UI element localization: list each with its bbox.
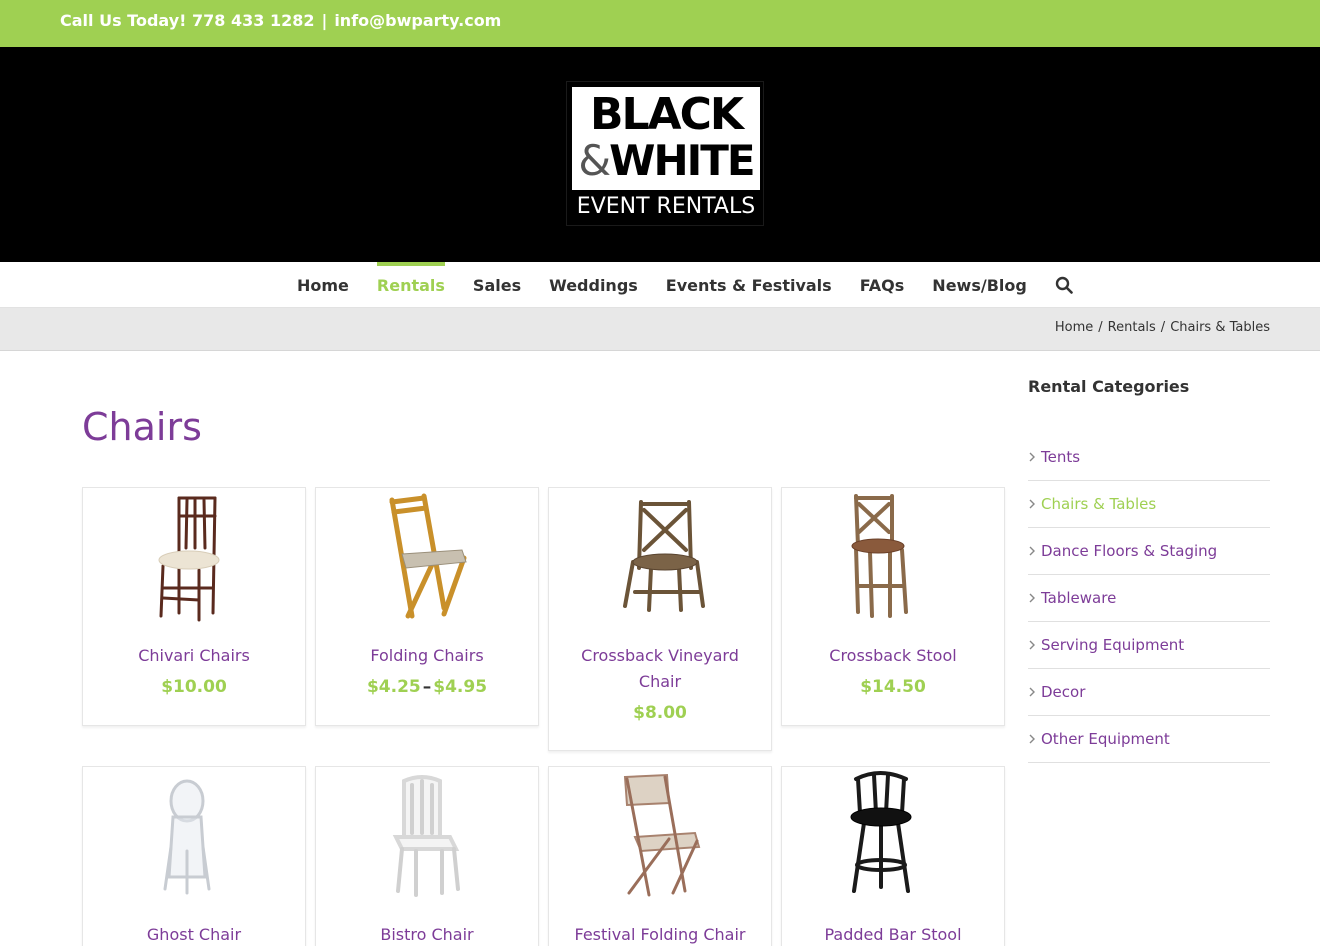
site-logo[interactable]: BLACK &WHITE EVENT RENTALS [566, 81, 764, 226]
nav-item-events-festivals[interactable]: Events & Festivals [652, 262, 846, 308]
chevron-right-icon [1029, 499, 1035, 509]
product-name[interactable]: Padded Bar Stool [792, 922, 994, 946]
nav-label: Rentals [376, 275, 445, 295]
nav-label: FAQs [859, 275, 905, 295]
chevron-right-icon [1029, 734, 1035, 744]
site-header: BLACK &WHITE EVENT RENTALS [0, 47, 1320, 262]
logo-white-text: WHITE [609, 136, 755, 185]
nav-label: Events & Festivals [665, 275, 832, 295]
product-price: $10.00 [161, 677, 227, 697]
category-label: Serving Equipment [1041, 636, 1185, 654]
breadcrumb-home[interactable]: Home [1055, 320, 1093, 335]
sidebar-title: Rental Categories [1028, 377, 1190, 396]
nav-item-weddings[interactable]: Weddings [535, 262, 652, 308]
page-title: Chairs [82, 405, 202, 449]
search-icon [1055, 276, 1073, 294]
product-name[interactable]: Chivari Chairs [93, 643, 295, 669]
category-label: Dance Floors & Staging [1041, 542, 1218, 560]
category-decor[interactable]: Decor [1028, 669, 1270, 716]
nav-item-news-blog[interactable]: News/Blog [918, 262, 1041, 308]
chivari-chair-image[interactable] [83, 488, 305, 628]
category-other-equipment[interactable]: Other Equipment [1028, 716, 1270, 763]
product-name[interactable]: Ghost Chair [93, 922, 295, 946]
breadcrumb-separator: / [1160, 320, 1166, 335]
product-price: $14.50 [860, 677, 926, 697]
email-link[interactable]: info@bwparty.com [334, 11, 501, 30]
product-name[interactable]: Festival Folding Chair [559, 922, 761, 946]
contact-info: Call Us Today! 778 433 1282 | info@bwparty… [60, 11, 501, 30]
category-label: Tents [1041, 448, 1081, 466]
category-chairs-tables[interactable]: Chairs & Tables [1028, 481, 1270, 528]
nav-item-faqs[interactable]: FAQs [846, 262, 919, 308]
logo-ampersand: & [578, 136, 611, 185]
folding-chair-image[interactable] [316, 488, 538, 628]
nav-label: Sales [472, 275, 522, 295]
product-card-ghost[interactable]: Ghost Chair [82, 766, 306, 946]
price-range-separator: – [422, 677, 432, 697]
product-card-folding[interactable]: Folding Chairs $4.25– $4.95 [315, 487, 539, 726]
logo-tagline: EVENT RENTALS [576, 194, 756, 219]
chevron-right-icon [1029, 687, 1035, 697]
category-serving-equipment[interactable]: Serving Equipment [1028, 622, 1270, 669]
chevron-right-icon [1029, 640, 1035, 650]
padded-bar-stool-image[interactable] [782, 767, 1004, 907]
category-tents[interactable]: Tents [1028, 434, 1270, 481]
price-low: $4.25 [366, 677, 421, 697]
nav-label: Weddings [549, 275, 638, 295]
product-name[interactable]: Bistro Chair [326, 922, 528, 946]
breadcrumb-separator: / [1098, 320, 1103, 335]
product-card-padded-bar-stool[interactable]: Padded Bar Stool [781, 766, 1005, 946]
product-card-bistro[interactable]: Bistro Chair [315, 766, 539, 946]
nav-item-home[interactable]: Home [283, 262, 363, 308]
breadcrumb-rentals[interactable]: Rentals [1108, 320, 1156, 335]
category-label: Chairs & Tables [1041, 495, 1157, 513]
chevron-right-icon [1029, 546, 1035, 556]
festival-folding-chair-image[interactable] [549, 767, 771, 907]
logo-word-black: BLACK [589, 89, 744, 140]
product-card-chivari[interactable]: Chivari Chairs $10.00 [82, 487, 306, 726]
nav-search-button[interactable] [1041, 262, 1087, 308]
product-price: $4.25– $4.95 [316, 677, 538, 697]
crossback-vineyard-chair-image[interactable] [549, 488, 771, 628]
logo-word-white: &WHITE [572, 137, 760, 185]
ghost-chair-image[interactable] [83, 767, 305, 907]
logo-badge: BLACK &WHITE [572, 87, 760, 190]
breadcrumb: Home / Rentals / Chairs & Tables [1055, 320, 1270, 335]
product-name[interactable]: Crossback Vineyard Chair [559, 643, 761, 695]
nav-label: Home [297, 275, 349, 295]
breadcrumb-bar: Home / Rentals / Chairs & Tables [0, 308, 1320, 351]
chevron-right-icon [1029, 593, 1035, 603]
category-label: Other Equipment [1041, 730, 1170, 748]
category-tableware[interactable]: Tableware [1028, 575, 1270, 622]
category-list: Tents Chairs & Tables Dance Floors & Sta… [1028, 434, 1270, 763]
category-dance-floors-staging[interactable]: Dance Floors & Staging [1028, 528, 1270, 575]
product-card-crossback-vineyard[interactable]: Crossback Vineyard Chair $8.00 [548, 487, 772, 751]
main-nav: Home Rentals Sales Weddings Events & Fes… [0, 262, 1320, 308]
product-card-festival-folding[interactable]: Festival Folding Chair [548, 766, 772, 946]
product-price: $8.00 [633, 703, 687, 723]
breadcrumb-current: Chairs & Tables [1170, 320, 1270, 335]
rental-categories-sidebar: Rental Categories Tents Chairs & Tables … [1028, 376, 1270, 763]
top-contact-bar: Call Us Today! 778 433 1282 | info@bwparty… [0, 0, 1320, 47]
product-name[interactable]: Crossback Stool [792, 643, 994, 669]
category-label: Tableware [1041, 589, 1117, 607]
nav-item-sales[interactable]: Sales [459, 262, 535, 308]
product-name[interactable]: Folding Chairs [326, 643, 528, 669]
nav-label: News/Blog [932, 275, 1027, 295]
nav-item-rentals[interactable]: Rentals [363, 262, 459, 308]
crossback-stool-image[interactable] [782, 488, 1004, 628]
price-high: $4.95 [433, 677, 488, 697]
chevron-right-icon [1029, 452, 1035, 462]
phone-link[interactable]: Call Us Today! 778 433 1282 [60, 11, 314, 30]
category-label: Decor [1041, 683, 1086, 701]
product-card-crossback-stool[interactable]: Crossback Stool $14.50 [781, 487, 1005, 726]
bistro-chair-image[interactable] [316, 767, 538, 907]
contact-separator: | [321, 11, 328, 30]
